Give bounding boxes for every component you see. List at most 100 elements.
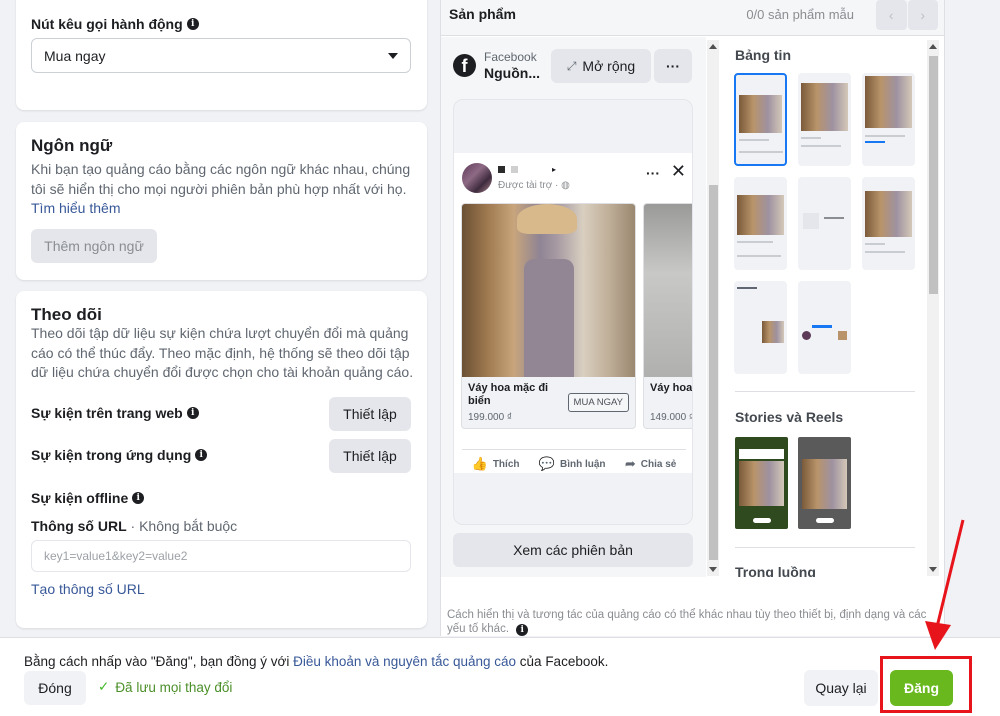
footer-bar: Bằng cách nhấp vào "Đăng", bạn đồng ý vớ… <box>0 637 1000 716</box>
post-more-icon[interactable]: ··· <box>646 165 660 181</box>
info-icon[interactable]: i <box>516 624 529 636</box>
preview-area: f Facebook Nguồn... ⤢ Mở rộng ··· ▸ Được… <box>441 37 706 577</box>
app-events-label: Sự kiện trong ứng dụng i <box>31 447 208 463</box>
like-action[interactable]: 👍 Thích <box>472 456 520 472</box>
offline-events-label: Sự kiện offline i <box>31 490 145 506</box>
placements-list: Bảng tin Stories và Reels Trong luồng <box>725 37 925 577</box>
placement-thumb-feed-4[interactable] <box>734 177 787 270</box>
url-params-input[interactable] <box>31 540 411 572</box>
placements-scrollbar[interactable] <box>927 40 939 576</box>
product-image <box>644 204 692 377</box>
info-icon[interactable]: i <box>195 449 208 461</box>
next-product-button[interactable]: › <box>907 0 938 30</box>
product-nav: ‹ › <box>876 0 938 30</box>
post-actions: 👍 Thích 💬 Bình luận ➦ Chia sẻ <box>462 449 686 472</box>
save-status: ✓ Đã lưu mọi thay đổi <box>98 679 233 695</box>
cta-card: Nút kêu gọi hành động i Mua ngay <box>16 0 427 110</box>
info-icon[interactable]: i <box>186 18 199 30</box>
product-title: Váy hoa <box>650 382 693 394</box>
learn-more-link[interactable]: Tìm hiểu thêm <box>31 200 120 216</box>
url-params-label: Thông số URL · Không bắt buộc <box>31 518 238 534</box>
page-name-redacted: ▸ <box>498 165 556 174</box>
product-carousel[interactable]: Váy hoa mặc đi biển 199.000 ₫ MUA NGAY V… <box>461 203 693 431</box>
scrollbar-thumb[interactable] <box>709 185 718 560</box>
instream-section-title: Trong luồng <box>735 564 816 577</box>
publish-button[interactable]: Đăng <box>890 670 953 706</box>
placement-thumb-feed-3[interactable] <box>862 73 915 166</box>
placement-thumb-reels[interactable] <box>798 437 851 529</box>
info-icon[interactable]: i <box>186 407 199 419</box>
back-button[interactable]: Quay lại <box>804 670 878 706</box>
terms-text: Bằng cách nhấp vào "Đăng", bạn đồng ý vớ… <box>24 654 609 669</box>
ad-preview-panel: Sản phẩm 0/0 sản phẩm mẫu ‹ › f Facebook… <box>440 0 945 636</box>
carousel-card[interactable]: Váy hoa mặc đi biển 199.000 ₫ MUA NGAY <box>461 203 636 429</box>
placement-thumb-messenger[interactable] <box>798 281 851 374</box>
preview-title: Sản phẩm <box>449 6 516 22</box>
build-url-link[interactable]: Tạo thông số URL <box>31 581 145 597</box>
chevron-down-icon <box>388 52 398 59</box>
scrollbar-thumb[interactable] <box>929 56 938 294</box>
section-divider <box>735 391 915 392</box>
placement-thumb-marketplace[interactable] <box>734 281 787 374</box>
preview-disclaimer: Cách hiển thị và tương tác của quảng cáo… <box>447 609 927 636</box>
source-name: Nguồn... <box>484 65 540 81</box>
sponsored-label: Được tài trợ · ◍ <box>498 180 570 191</box>
language-title: Ngôn ngữ <box>31 136 113 155</box>
expand-button[interactable]: ⤢ Mở rộng <box>551 49 651 83</box>
share-action[interactable]: ➦ Chia sẻ <box>625 456 676 472</box>
scroll-down-icon[interactable] <box>929 567 937 572</box>
cta-selected-value: Mua ngay <box>44 47 106 64</box>
terms-link[interactable]: Điều khoản và nguyên tắc quảng cáo <box>293 654 516 669</box>
share-icon: ➦ <box>624 456 636 471</box>
preview-scrollbar[interactable] <box>707 40 719 576</box>
page-avatar <box>462 163 492 193</box>
placement-thumb-instagram-feed[interactable] <box>798 73 851 166</box>
tracking-card: Theo dõi Theo dõi tập dữ liệu sự kiện ch… <box>16 291 427 628</box>
product-price: 149.000 ₫ <box>650 412 693 423</box>
close-icon[interactable]: ✕ <box>671 161 686 182</box>
view-variants-button[interactable]: Xem các phiên bản <box>453 533 693 567</box>
comment-action[interactable]: 💬 Bình luận <box>539 456 606 472</box>
prev-product-button[interactable]: ‹ <box>876 0 907 30</box>
tracking-title: Theo dõi <box>31 305 102 324</box>
website-events-label: Sự kiện trên trang web i <box>31 405 199 421</box>
product-title: Váy hoa mặc đi biển <box>468 382 549 407</box>
placement-thumb-feed-5[interactable] <box>798 177 851 270</box>
carousel-card[interactable]: Váy hoa 149.000 ₫ <box>643 203 693 429</box>
sample-product-count: 0/0 sản phẩm mẫu <box>746 7 854 22</box>
ad-post: ▸ Được tài trợ · ◍ ··· ✕ Váy hoa mặc đi … <box>454 153 693 473</box>
facebook-logo-icon: f <box>453 53 476 77</box>
caret-right-icon: ▸ <box>552 165 557 174</box>
preview-header: Sản phẩm 0/0 sản phẩm mẫu ‹ › <box>441 0 944 36</box>
add-language-button[interactable]: Thêm ngôn ngữ <box>31 229 157 263</box>
placement-thumb-feed-6[interactable] <box>862 177 915 270</box>
language-description: Khi bạn tạo quảng cáo bằng các ngôn ngữ … <box>31 161 411 216</box>
like-icon: 👍 <box>471 456 488 471</box>
website-events-setup-button[interactable]: Thiết lập <box>329 397 411 431</box>
placement-source: f Facebook Nguồn... <box>453 49 540 81</box>
section-divider <box>735 547 915 548</box>
placement-thumb-facebook-feed[interactable] <box>734 73 787 166</box>
info-icon[interactable]: i <box>132 492 145 504</box>
scroll-up-icon[interactable] <box>709 44 717 49</box>
feed-section-title: Bảng tin <box>735 47 791 63</box>
scroll-up-icon[interactable] <box>929 44 937 49</box>
checkmark-icon: ✓ <box>98 679 110 694</box>
language-card: Ngôn ngữ Khi bạn tạo quảng cáo bằng các … <box>16 122 427 280</box>
cta-select[interactable]: Mua ngay <box>31 38 411 73</box>
placement-thumb-stories[interactable] <box>735 437 788 529</box>
phone-preview: ▸ Được tài trợ · ◍ ··· ✕ Váy hoa mặc đi … <box>453 99 693 525</box>
close-button[interactable]: Đóng <box>24 671 86 705</box>
source-platform: Facebook <box>484 50 537 64</box>
more-options-button[interactable]: ··· <box>654 49 692 83</box>
comment-icon: 💬 <box>538 456 555 471</box>
stories-section-title: Stories và Reels <box>735 409 844 425</box>
product-price: 199.000 ₫ <box>468 412 513 423</box>
product-image <box>462 204 635 377</box>
app-events-setup-button[interactable]: Thiết lập <box>329 439 411 473</box>
expand-icon: ⤢ <box>566 58 577 73</box>
scroll-down-icon[interactable] <box>709 567 717 572</box>
cta-label: Nút kêu gọi hành động i <box>31 16 199 32</box>
tracking-description: Theo dõi tập dữ liệu sự kiện chứa lượt c… <box>31 325 414 380</box>
shop-now-button[interactable]: MUA NGAY <box>567 393 629 412</box>
